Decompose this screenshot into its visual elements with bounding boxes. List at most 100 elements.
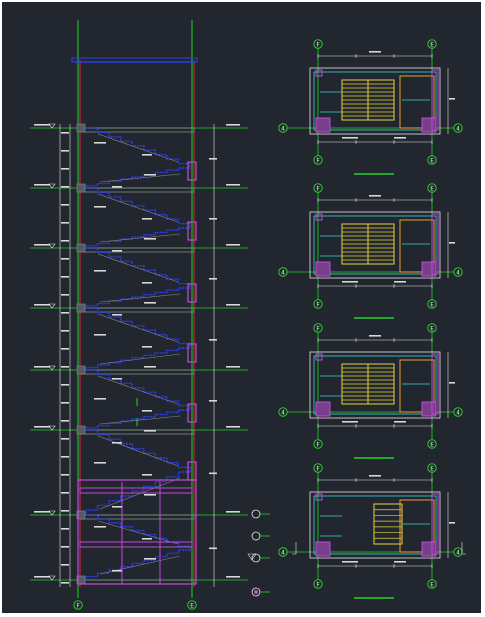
dim-text [61,240,69,242]
railing-line [97,520,179,545]
level-label-left [34,244,50,246]
stair-annotation [112,378,122,380]
railing-line [97,193,179,223]
plan-dim-text [342,137,358,139]
column-hatch [76,425,86,435]
level-label-left [34,426,50,428]
level-label-left [34,184,50,186]
plan-bubble-top-right-label: E [430,41,434,48]
stair-flight-1 [86,127,191,168]
level-label-right [226,184,240,186]
dim-text [61,222,69,224]
dim-text [61,546,69,548]
plan-bubble-bottom-right-label: E [430,157,434,164]
plan-bubble-top-right-label: E [430,185,434,192]
stair-flight-4 [85,227,190,248]
level-label-left [34,366,50,368]
stair-flight-5 [86,247,191,288]
plan-dim-text [369,195,381,197]
stair-floor-plans: F E F E 4 4 F E F E 4 4 F E F E 4 4 F E F E 4 4 [278,39,463,599]
stair-flight-11 [86,429,191,472]
stair-annotation [94,398,106,400]
stair-annotation [94,270,106,272]
dim-text [61,168,69,170]
stair-annotation [112,442,122,444]
plan-dim-text [449,382,455,384]
drawing-frame: FE FEFE44FEFE44FEFE44FEFE44 [0,0,485,617]
railing-line [99,173,181,183]
detail-circle [251,509,261,519]
floor-level-6 [30,425,248,435]
railing-line [97,313,179,343]
stair-plan-3: F E F E 4 4 [278,323,463,459]
level-label-left [34,124,50,126]
plan-dim-text [342,281,358,283]
dim-text [61,564,69,566]
plan-column-small [315,213,323,221]
dim-text [61,150,69,152]
plan-column-small [315,69,323,77]
plan-dim-text [342,561,358,563]
floor-level-4 [30,303,248,313]
level-label-left [34,304,50,306]
detail-marker-2 [251,531,270,541]
dim-text [61,204,69,206]
level-label-right [226,124,240,126]
plan-dim-text [342,421,358,423]
plan-dim-text [449,98,455,100]
stair-plan-2: F E F E 4 4 [278,183,463,319]
level-label-right [226,304,240,306]
dim-text [61,492,69,494]
railing-line [97,253,179,283]
dim-text-right [209,339,217,341]
plan-bubble-side-right-label: 4 [456,125,460,132]
level-label-right [226,576,240,578]
detail-marker-3 [251,553,270,563]
level-label-right [226,244,240,246]
plan-bubble-side-left-label: 4 [281,409,285,416]
dim-text [61,312,69,314]
dim-text [61,474,69,476]
railing-line [99,233,181,243]
plan-bubble-side-right-label: 4 [456,409,460,416]
railing-line [97,133,179,163]
floor-level-2 [30,183,248,193]
dim-text-right [209,158,217,160]
stair-annotation [144,558,156,560]
stair-annotation [142,218,152,220]
plan-bubble-bottom-left-label: F [316,441,320,448]
stair-annotation [144,302,156,304]
dim-text [61,330,69,332]
plan-bubble-bottom-left-label: F [316,581,320,588]
stair-annotation [144,366,156,368]
plan-bubble-side-right-label: 4 [456,549,460,556]
railing-line [97,375,179,405]
stair-annotation [94,462,106,464]
stair-annotation [144,430,156,432]
dim-text-right [209,547,217,550]
plan-column [315,261,331,277]
plan-dim-top [317,478,433,482]
detail-marker-4 [251,587,270,597]
stair-annotation [94,206,106,208]
plan-column [315,117,331,133]
plan-bubble-top-right-label: E [430,465,434,472]
dim-text [61,582,69,584]
plan-column [315,401,331,417]
stair-flight-10 [85,409,190,430]
plan-bubble-side-left-label: 4 [281,269,285,276]
stair-flight-9 [86,369,191,410]
plan-column-small [315,493,323,501]
plan-dim-top [317,54,433,58]
cad-canvas[interactable]: FE FEFE44FEFE44FEFE44FEFE44 [2,2,481,613]
plan-dim-text [449,522,455,524]
dim-text-right [209,278,217,280]
floor-level-7 [30,510,248,520]
plan-dim-bottom [317,284,433,288]
plan-dim-text [394,421,406,423]
axis-bubble-left-label: F [76,602,80,609]
railing-line [99,415,181,425]
stair-annotation [142,282,152,284]
floor-level-3 [30,243,248,253]
lower-beam-2 [79,541,193,548]
